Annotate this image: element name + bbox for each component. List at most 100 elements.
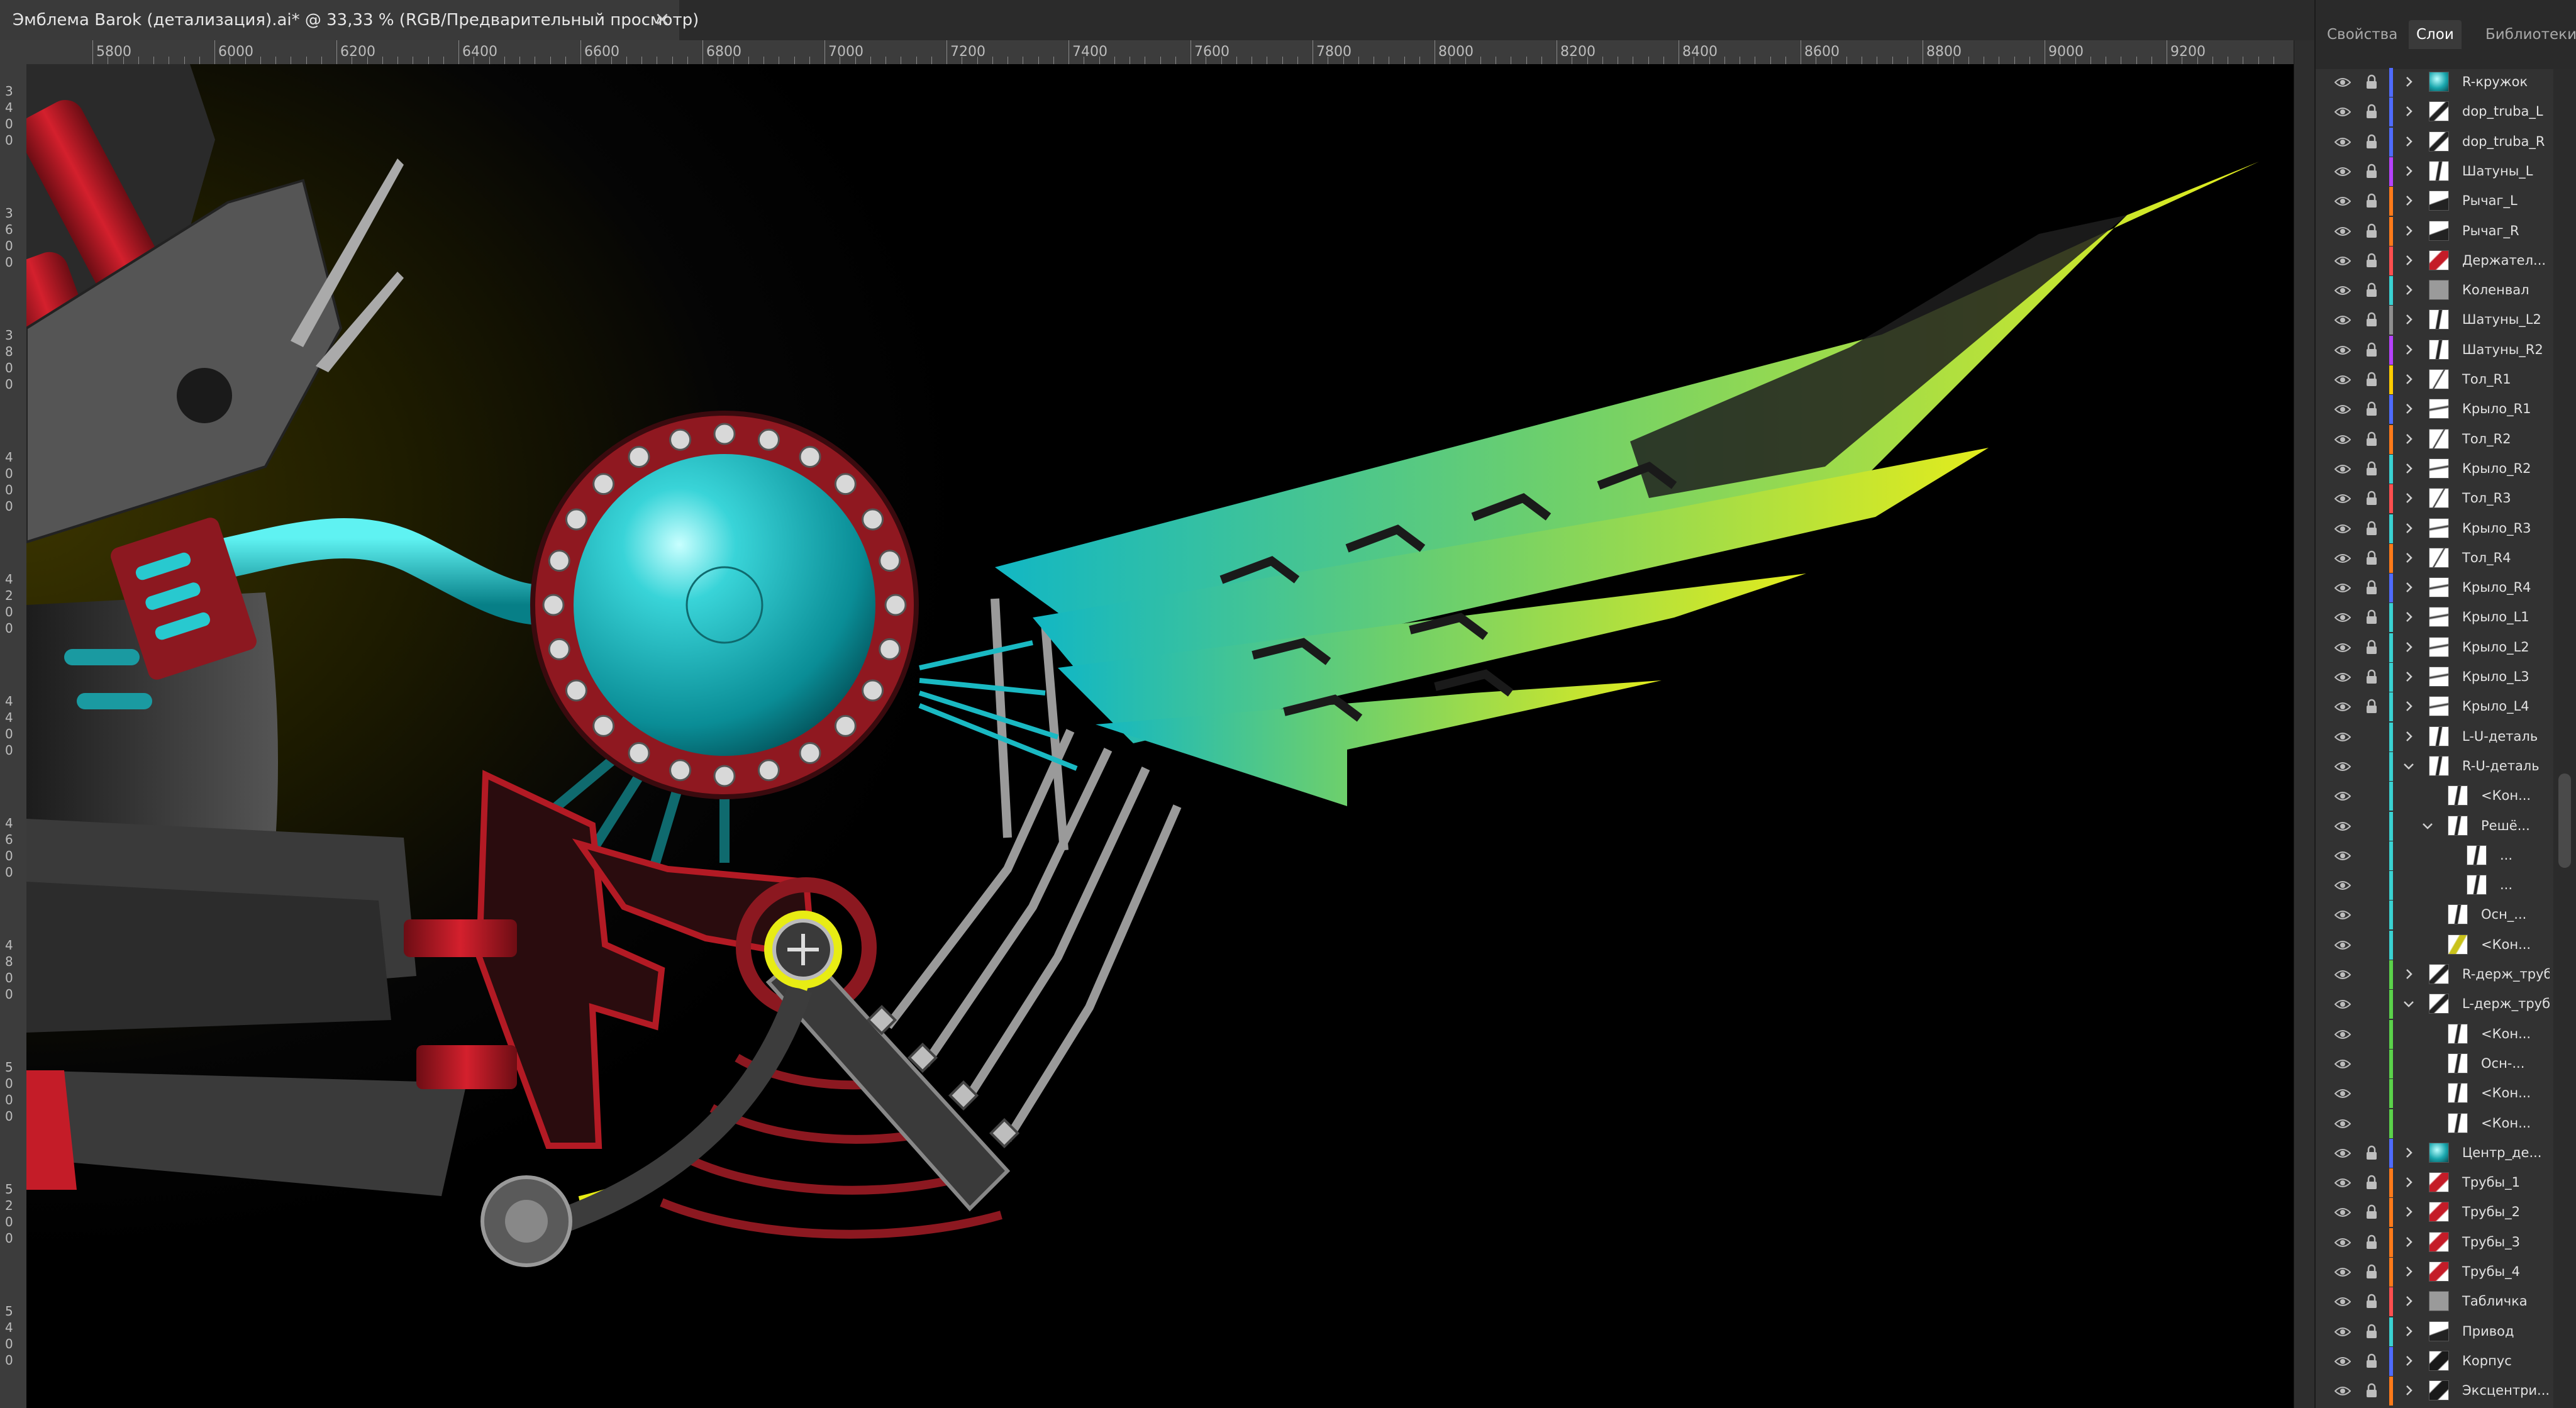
chevron-right-icon[interactable] (2401, 491, 2416, 506)
document-tab-title[interactable]: Эмблема Barok (детализация).ai* @ 33,33 … (0, 11, 699, 30)
layer-name[interactable]: Крыло_R1 (2462, 401, 2531, 416)
layer-row[interactable]: Крыло_R4 (2316, 574, 2550, 603)
lock-icon[interactable] (2365, 609, 2379, 626)
eye-icon[interactable] (2334, 850, 2351, 862)
layer-name[interactable]: <Кон... (2481, 788, 2531, 803)
layer-name[interactable]: Шатуны_L (2462, 164, 2533, 179)
layer-name[interactable]: <Кон... (2481, 1116, 2531, 1131)
eye-icon[interactable] (2334, 76, 2351, 89)
eye-icon[interactable] (2334, 968, 2351, 981)
lock-icon[interactable] (2365, 1234, 2379, 1251)
eye-icon[interactable] (2334, 195, 2351, 208)
layer-name[interactable]: Рычаг_R (2462, 223, 2519, 238)
canvas-vertical-scrollbar[interactable] (2294, 40, 2315, 1408)
layer-name[interactable]: Крыло_R4 (2462, 580, 2531, 595)
chevron-down-icon[interactable] (2401, 996, 2416, 1011)
lock-icon[interactable] (2365, 74, 2379, 91)
layer-row[interactable]: Крыло_L3 (2316, 663, 2550, 692)
layer-row[interactable]: Тол_R4 (2316, 543, 2550, 573)
layer-name[interactable]: Тол_R1 (2462, 372, 2511, 387)
chevron-right-icon[interactable] (2401, 1294, 2416, 1309)
eye-icon[interactable] (2334, 1266, 2351, 1278)
layer-row[interactable]: Корпус (2316, 1346, 2550, 1376)
chevron-right-icon[interactable] (2401, 253, 2416, 268)
layer-row[interactable]: Тол_R2 (2316, 424, 2550, 454)
eye-icon[interactable] (2334, 1058, 2351, 1070)
layers-scrollbar-thumb[interactable] (2558, 773, 2571, 868)
eye-icon[interactable] (2334, 879, 2351, 892)
layer-row[interactable]: ... (2316, 871, 2550, 901)
eye-icon[interactable] (2334, 284, 2351, 297)
document-tab[interactable]: Эмблема Barok (детализация).ai* @ 33,33 … (0, 0, 699, 40)
chevron-right-icon[interactable] (2401, 431, 2416, 446)
layer-row[interactable]: Решё... (2316, 811, 2550, 841)
layer-name[interactable]: Крыло_L1 (2462, 609, 2529, 624)
layer-row[interactable]: Крыло_R3 (2316, 514, 2550, 543)
layer-row[interactable]: Шатуны_L (2316, 157, 2550, 186)
eye-icon[interactable] (2334, 314, 2351, 326)
eye-icon[interactable] (2334, 492, 2351, 505)
layer-row[interactable]: Крыло_L4 (2316, 692, 2550, 722)
layer-name[interactable]: Шатуны_L2 (2462, 312, 2541, 327)
chevron-right-icon[interactable] (2401, 550, 2416, 565)
layer-row[interactable]: Крыло_L2 (2316, 633, 2550, 662)
layer-row[interactable]: Коленвал (2316, 276, 2550, 306)
chevron-right-icon[interactable] (2401, 1175, 2416, 1190)
eye-icon[interactable] (2334, 344, 2351, 357)
chevron-right-icon[interactable] (2401, 640, 2416, 655)
layer-row[interactable]: L-U-деталь (2316, 722, 2550, 751)
lock-icon[interactable] (2365, 164, 2379, 180)
layer-row[interactable]: Трубы_1 (2316, 1168, 2550, 1198)
chevron-right-icon[interactable] (2401, 1145, 2416, 1160)
layer-name[interactable]: <Кон... (2481, 1026, 2531, 1041)
eye-icon[interactable] (2334, 374, 2351, 386)
eye-icon[interactable] (2334, 523, 2351, 535)
chevron-right-icon[interactable] (2401, 164, 2416, 179)
layer-row[interactable]: dop_truba_L (2316, 97, 2550, 127)
chevron-right-icon[interactable] (2401, 1264, 2416, 1279)
chevron-right-icon[interactable] (2401, 282, 2416, 297)
layer-row[interactable]: Привод (2316, 1317, 2550, 1346)
lock-icon[interactable] (2365, 699, 2379, 715)
layer-row[interactable]: Крыло_R2 (2316, 454, 2550, 484)
chevron-right-icon[interactable] (2401, 699, 2416, 714)
eye-icon[interactable] (2334, 1236, 2351, 1249)
tab-libraries[interactable]: Библиотеки (2485, 20, 2576, 49)
chevron-right-icon[interactable] (2401, 1234, 2416, 1250)
chevron-right-icon[interactable] (2401, 1324, 2416, 1339)
eye-icon[interactable] (2334, 1147, 2351, 1160)
layer-name[interactable]: Крыло_L2 (2462, 640, 2529, 655)
layer-name[interactable]: Рычаг_L (2462, 193, 2518, 208)
chevron-right-icon[interactable] (2401, 372, 2416, 387)
layer-name[interactable]: Шатуны_R2 (2462, 342, 2543, 357)
lock-icon[interactable] (2365, 312, 2379, 328)
eye-icon[interactable] (2334, 165, 2351, 178)
eye-icon[interactable] (2334, 760, 2351, 773)
eye-icon[interactable] (2334, 1295, 2351, 1308)
lock-icon[interactable] (2365, 491, 2379, 507)
chevron-right-icon[interactable] (2401, 312, 2416, 327)
lock-icon[interactable] (2365, 1145, 2379, 1161)
layer-name[interactable]: Трубы_3 (2462, 1234, 2520, 1250)
chevron-right-icon[interactable] (2401, 669, 2416, 684)
layer-name[interactable]: dop_truba_L (2462, 104, 2543, 119)
eye-icon[interactable] (2334, 1326, 2351, 1338)
layer-row[interactable]: R-кружок (2316, 68, 2550, 97)
lock-icon[interactable] (2365, 342, 2379, 358)
eye-icon[interactable] (2334, 463, 2351, 475)
chevron-down-icon[interactable] (2401, 758, 2416, 773)
lock-icon[interactable] (2365, 1324, 2379, 1340)
chevron-right-icon[interactable] (2401, 342, 2416, 357)
chevron-right-icon[interactable] (2401, 223, 2416, 238)
layer-row[interactable]: Эксцентри... (2316, 1377, 2550, 1406)
chevron-down-icon[interactable] (2420, 818, 2435, 833)
eye-icon[interactable] (2334, 790, 2351, 802)
tab-layers[interactable]: Слои (2409, 20, 2462, 49)
chevron-right-icon[interactable] (2401, 74, 2416, 89)
chevron-right-icon[interactable] (2401, 134, 2416, 149)
eye-icon[interactable] (2334, 671, 2351, 684)
layer-name[interactable]: Трубы_2 (2462, 1204, 2520, 1219)
layer-name[interactable]: Коленвал (2462, 282, 2529, 297)
lock-icon[interactable] (2365, 431, 2379, 448)
layer-row[interactable]: Тол_R1 (2316, 365, 2550, 394)
